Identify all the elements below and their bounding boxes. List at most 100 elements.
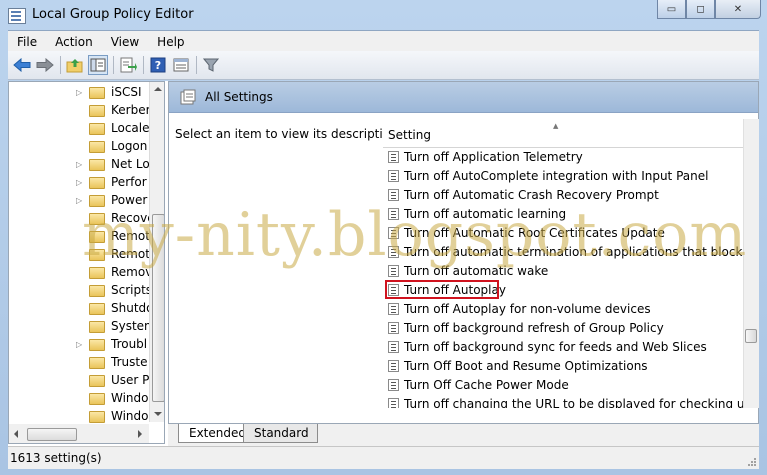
tree-item[interactable]: ▷ Perfor: [9, 174, 154, 192]
tab-standard[interactable]: Standard: [243, 424, 318, 443]
setting-row[interactable]: Turn off Application Telemetry: [383, 148, 743, 167]
setting-row[interactable]: Turn Off Boot and Resume Optimizations: [383, 357, 743, 376]
tree-item[interactable]: Kerber: [9, 102, 154, 120]
setting-column-header[interactable]: ▲ Setting: [383, 119, 743, 148]
tree-item-label: Shutdo: [111, 301, 154, 315]
folder-icon: [89, 177, 105, 189]
policy-setting-icon: [388, 360, 399, 372]
toolbar-separator: [113, 56, 114, 74]
expand-arrow-icon[interactable]: ▷: [76, 340, 84, 349]
scroll-down-arrow-icon[interactable]: [154, 412, 162, 416]
tree-item[interactable]: Locale: [9, 120, 154, 138]
tree-item[interactable]: Logon: [9, 138, 154, 156]
setting-row-label: Turn off AutoComplete integration with I…: [404, 169, 709, 183]
expand-arrow-icon[interactable]: ▷: [76, 88, 84, 97]
setting-row-label: Turn off Autoplay for non-volume devices: [404, 302, 651, 316]
expand-arrow-icon[interactable]: ▷: [76, 160, 84, 169]
tree-item[interactable]: ▷ iSCSI: [9, 84, 154, 102]
tree-item-label: Net Lo: [111, 157, 150, 171]
settings-folder-icon: [180, 89, 196, 105]
folder-icon: [89, 321, 105, 333]
tree-hscroll-thumb[interactable]: [27, 428, 77, 441]
status-text: 1613 setting(s): [10, 451, 102, 465]
setting-row[interactable]: Turn off Autoplay: [383, 280, 743, 300]
tree-item[interactable]: ▷ Troubl: [9, 336, 154, 354]
settings-scroll-thumb[interactable]: [745, 329, 757, 343]
minimize-icon: ▭: [666, 3, 677, 15]
menu-file[interactable]: File: [8, 35, 46, 49]
filter-icon: [203, 58, 219, 72]
minimize-button[interactable]: ▭: [657, 0, 686, 19]
back-arrow-icon: [13, 58, 31, 72]
resize-grip-icon[interactable]: [747, 457, 757, 467]
filter-button[interactable]: [201, 55, 221, 75]
toolbar-separator: [196, 56, 197, 74]
help-button[interactable]: ?: [148, 55, 168, 75]
folder-icon: [89, 285, 105, 297]
tree-item-label: Windo: [111, 409, 149, 423]
maximize-icon: ◻: [696, 3, 705, 15]
folder-up-icon: [66, 59, 83, 73]
folder-icon: [89, 105, 105, 117]
tree-item-label: Scripts: [111, 283, 153, 297]
title-bar[interactable]: Local Group Policy Editor ▭ ◻ ✕: [0, 0, 767, 30]
setting-row[interactable]: Turn Off Cache Power Mode: [383, 376, 743, 395]
policy-setting-icon: [388, 303, 399, 315]
maximize-button[interactable]: ◻: [686, 0, 715, 19]
tree-item-label: iSCSI: [111, 85, 142, 99]
folder-icon: [89, 87, 105, 99]
details-title: All Settings: [205, 90, 273, 104]
up-one-level-button[interactable]: [65, 55, 85, 75]
scroll-right-arrow-icon[interactable]: [138, 430, 142, 438]
svg-text:?: ?: [155, 59, 161, 72]
properties-button[interactable]: [171, 55, 191, 75]
forward-button[interactable]: [35, 55, 55, 75]
window-title: Local Group Policy Editor: [32, 7, 194, 22]
menu-action[interactable]: Action: [46, 35, 102, 49]
menu-bar: File Action View Help: [8, 30, 759, 52]
tree-horizontal-scrollbar[interactable]: [9, 424, 149, 443]
tree-item[interactable]: Windo: [9, 390, 154, 408]
menu-help[interactable]: Help: [148, 35, 193, 49]
close-button[interactable]: ✕: [715, 0, 761, 19]
description-text: Select an item to view its description.: [175, 127, 402, 141]
export-list-button[interactable]: [118, 55, 138, 75]
folder-icon: [89, 357, 105, 369]
setting-row-label: Turn off background sync for feeds and W…: [404, 340, 707, 354]
tree-item[interactable]: User Pr: [9, 372, 154, 390]
details-header: All Settings: [169, 82, 758, 113]
setting-row[interactable]: Turn off background sync for feeds and W…: [383, 338, 743, 357]
settings-list: Turn off Application Telemetry Turn off A…: [383, 148, 743, 408]
tree-item[interactable]: Scripts: [9, 282, 154, 300]
status-bar: 1613 setting(s): [8, 446, 759, 469]
setting-row-label: Turn Off Cache Power Mode: [404, 378, 569, 392]
forward-arrow-icon: [36, 58, 54, 72]
tree-item-label: Windo: [111, 391, 149, 405]
show-hide-tree-button[interactable]: [88, 55, 108, 75]
export-list-icon: [120, 57, 137, 73]
tree-item-label: Locale: [111, 121, 150, 135]
setting-row[interactable]: Turn off changing the URL to be displaye…: [383, 395, 743, 408]
highlight-box: [385, 280, 499, 299]
setting-row[interactable]: Turn off Autoplay for non-volume devices: [383, 300, 743, 319]
group-policy-app-icon: [8, 8, 26, 24]
policy-setting-icon: [388, 151, 399, 163]
setting-row[interactable]: Turn off background refresh of Group Pol…: [383, 319, 743, 338]
console-tree-icon: [90, 58, 106, 72]
setting-row[interactable]: Turn off AutoComplete integration with I…: [383, 167, 743, 186]
scroll-up-arrow-icon[interactable]: [154, 87, 162, 91]
scroll-left-arrow-icon[interactable]: [14, 430, 18, 438]
policy-setting-icon: [388, 322, 399, 334]
setting-row-label: Turn off Application Telemetry: [404, 150, 583, 164]
tree-item[interactable]: Truste: [9, 354, 154, 372]
tree-item[interactable]: ▷ Net Lo: [9, 156, 154, 174]
folder-icon: [89, 123, 105, 135]
menu-view[interactable]: View: [102, 35, 148, 49]
tree-item[interactable]: Shutdo: [9, 300, 154, 318]
tree-item[interactable]: System: [9, 318, 156, 336]
back-button[interactable]: [12, 55, 32, 75]
folder-icon: [89, 141, 105, 153]
expand-arrow-icon[interactable]: ▷: [76, 178, 84, 187]
folder-icon: [89, 393, 105, 405]
properties-icon: [173, 58, 189, 72]
